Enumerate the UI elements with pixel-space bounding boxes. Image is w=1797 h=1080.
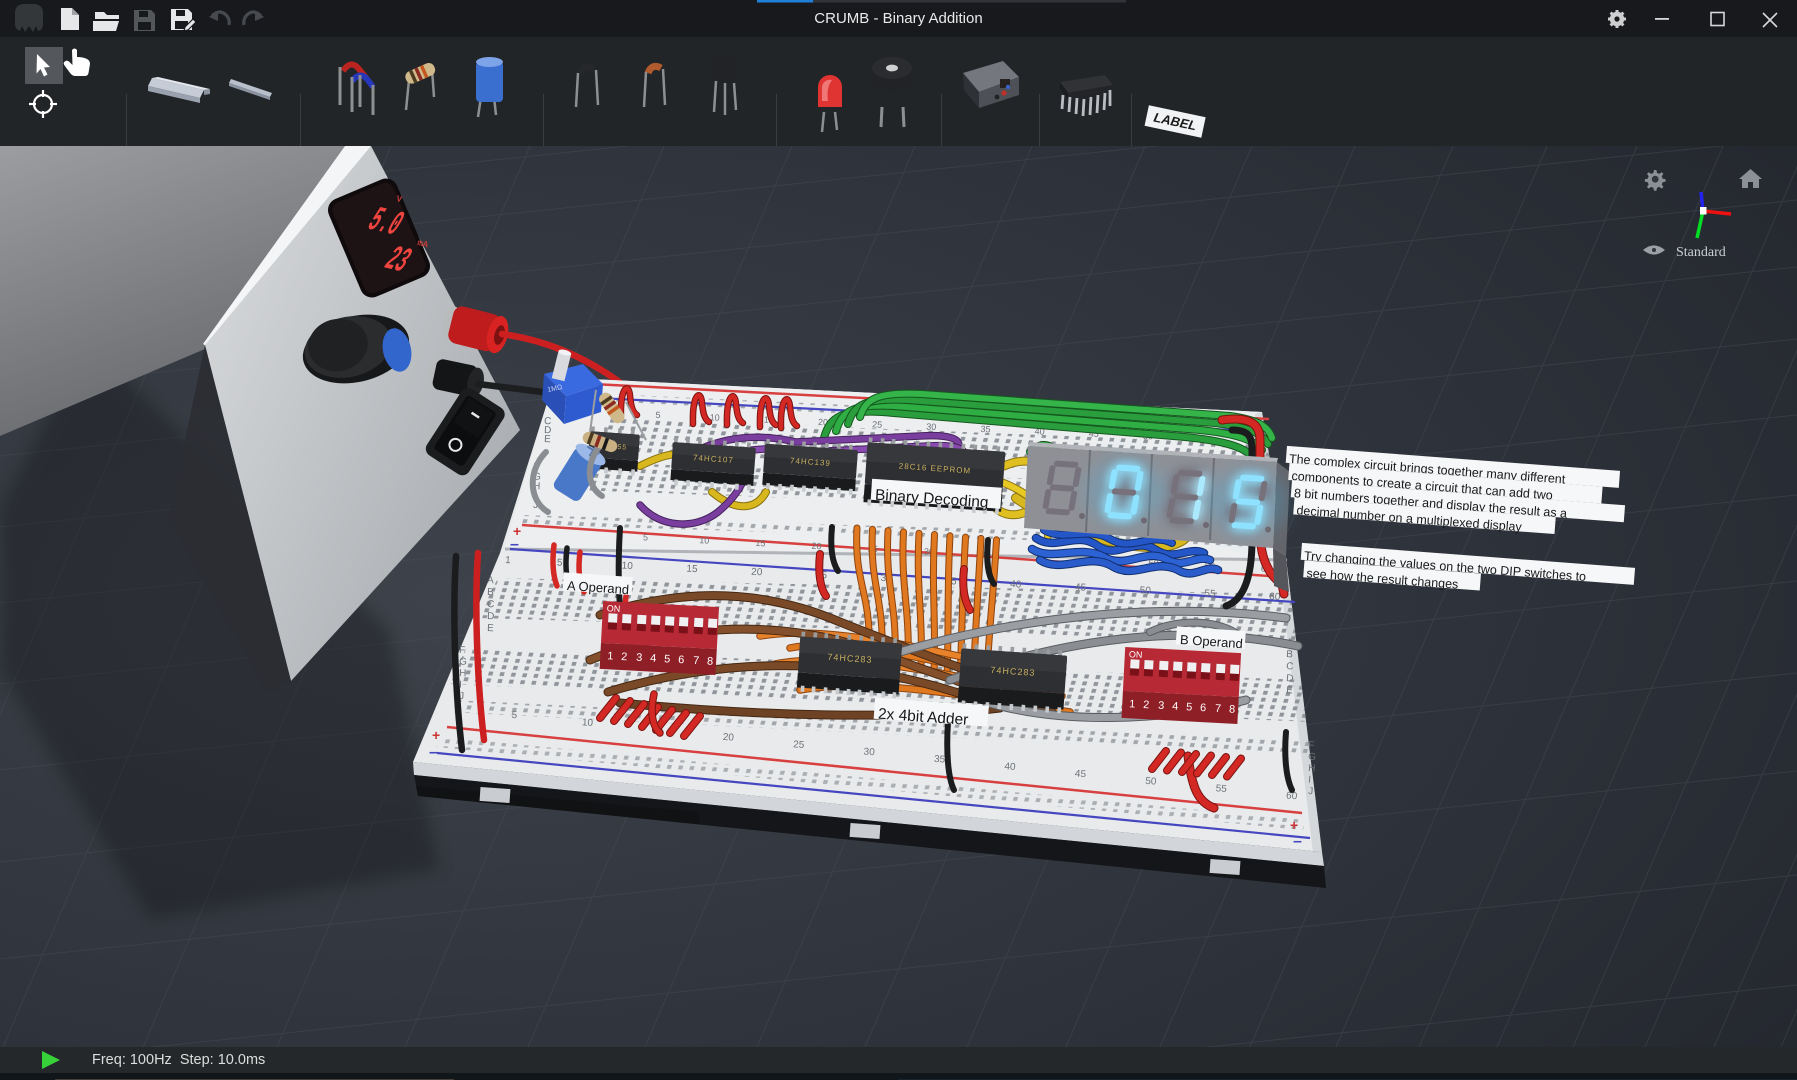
svg-text:+: + xyxy=(432,727,440,743)
svg-text:50: 50 xyxy=(1145,776,1157,788)
svg-text:5: 5 xyxy=(643,532,649,542)
svg-text:25: 25 xyxy=(793,739,805,751)
svg-text:E: E xyxy=(544,434,551,445)
svg-text:E: E xyxy=(1286,685,1294,696)
svg-text:D: D xyxy=(1286,673,1294,684)
svg-text:35: 35 xyxy=(980,424,991,435)
svg-text:+: + xyxy=(1290,817,1298,833)
svg-text:10: 10 xyxy=(582,717,594,729)
svg-text:7: 7 xyxy=(693,655,700,667)
svg-text:–: – xyxy=(429,744,438,761)
svg-text:10: 10 xyxy=(621,561,633,573)
svg-text:20: 20 xyxy=(751,567,763,579)
svg-text:50: 50 xyxy=(1139,585,1151,597)
svg-text:40: 40 xyxy=(1010,579,1022,591)
svg-text:55: 55 xyxy=(1215,783,1227,795)
svg-text:ON: ON xyxy=(607,603,621,614)
svg-text:G: G xyxy=(1308,752,1317,764)
svg-text:1: 1 xyxy=(1129,698,1136,710)
svg-text:B: B xyxy=(1286,649,1294,660)
svg-text:1: 1 xyxy=(505,555,512,566)
svg-text:60: 60 xyxy=(1269,591,1281,603)
svg-text:7: 7 xyxy=(1215,703,1222,715)
svg-text:4: 4 xyxy=(650,653,657,665)
svg-text:D: D xyxy=(487,611,495,622)
svg-text:40: 40 xyxy=(1004,761,1016,773)
svg-text:G: G xyxy=(459,657,467,668)
svg-text:–: – xyxy=(510,536,519,553)
svg-text:10: 10 xyxy=(699,535,710,546)
svg-text:20: 20 xyxy=(722,732,734,744)
svg-text:45: 45 xyxy=(1074,769,1086,781)
svg-text:35: 35 xyxy=(934,754,946,766)
svg-text:4: 4 xyxy=(1172,701,1179,713)
svg-text:15: 15 xyxy=(686,564,698,576)
svg-text:H: H xyxy=(459,668,467,679)
svg-text:3: 3 xyxy=(1158,700,1165,712)
svg-text:F: F xyxy=(1308,740,1315,751)
svg-text:–: – xyxy=(1293,833,1302,850)
svg-text:2: 2 xyxy=(1143,699,1150,711)
svg-text:B: B xyxy=(487,587,494,598)
svg-text:55: 55 xyxy=(1204,588,1216,600)
svg-text:2: 2 xyxy=(621,651,628,663)
svg-text:6: 6 xyxy=(678,654,685,666)
svg-text:25: 25 xyxy=(872,419,883,430)
svg-text:J: J xyxy=(1308,786,1314,797)
svg-text:F: F xyxy=(459,645,465,656)
svg-text:A: A xyxy=(487,575,494,586)
svg-text:30: 30 xyxy=(863,747,875,759)
svg-text:Standard: Standard xyxy=(1676,245,1726,260)
svg-text:6: 6 xyxy=(1200,702,1207,714)
svg-text:45: 45 xyxy=(1075,582,1087,594)
svg-text:C: C xyxy=(1286,661,1294,672)
svg-text:H: H xyxy=(1308,763,1316,774)
svg-text:3: 3 xyxy=(636,652,643,664)
svg-text:ON: ON xyxy=(1129,649,1143,660)
svg-text:8: 8 xyxy=(1229,704,1236,716)
svg-text:1: 1 xyxy=(607,650,614,662)
svg-text:8: 8 xyxy=(707,656,714,668)
svg-text:30: 30 xyxy=(926,422,937,433)
svg-text:15: 15 xyxy=(755,538,766,549)
svg-text:5: 5 xyxy=(557,557,564,568)
svg-text:5: 5 xyxy=(664,653,671,665)
svg-text:20: 20 xyxy=(811,541,822,552)
svg-text:5: 5 xyxy=(1186,701,1193,713)
svg-text:E: E xyxy=(487,623,494,634)
svg-text:C: C xyxy=(487,599,495,610)
svg-text:5: 5 xyxy=(655,410,661,420)
